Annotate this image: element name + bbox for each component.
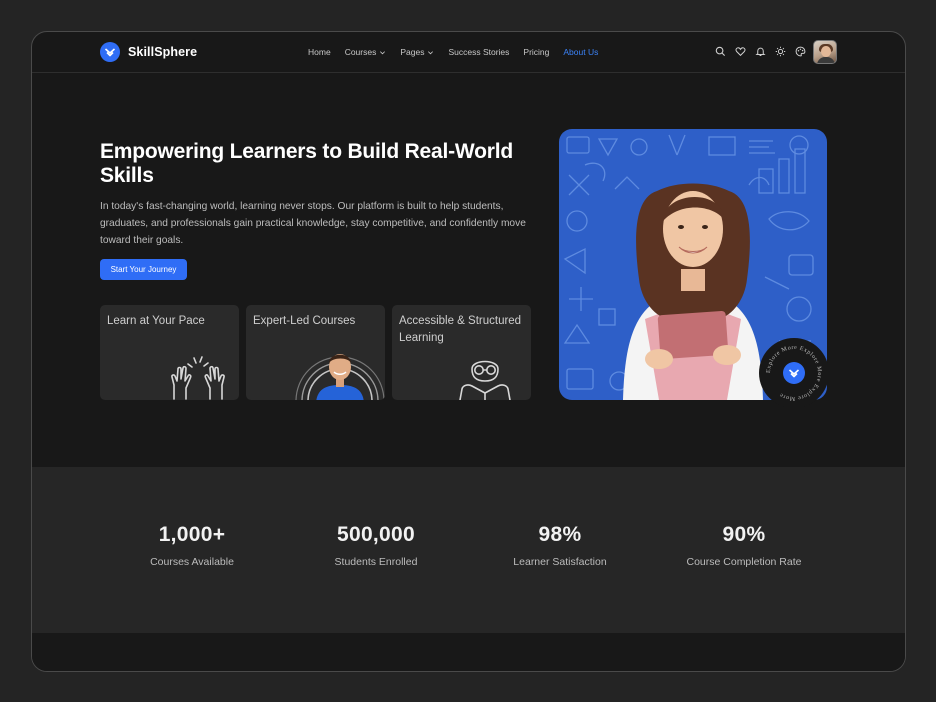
explore-more-badge[interactable]: Explore More Explore More Explore More: [759, 338, 829, 408]
stat-label: Learner Satisfaction: [513, 556, 607, 568]
badge-logo-icon: [783, 362, 805, 384]
bell-icon[interactable]: [754, 45, 766, 57]
top-navigation: SkillSphere Home Courses Pages Success S…: [32, 32, 905, 73]
stat-value: 90%: [722, 523, 766, 546]
hero-title: Empowering Learners to Build Real-World …: [100, 140, 514, 187]
student-photo: [295, 354, 385, 400]
avatar-face: [821, 46, 831, 57]
brand-logo[interactable]: SkillSphere: [100, 42, 197, 62]
chevron-down-icon: [380, 50, 386, 54]
chevron-down-icon: [428, 50, 434, 54]
reader-icon: [459, 360, 511, 400]
logo-icon: [100, 42, 120, 62]
brand-name: SkillSphere: [128, 45, 198, 59]
nav-item-pricing[interactable]: Pricing: [523, 47, 549, 57]
stat-label: Students Enrolled: [334, 556, 418, 568]
nav-label: Courses: [344, 47, 377, 57]
stats-section: 1,000+ Courses Available 500,000 Student…: [32, 467, 905, 633]
feature-card-accessible-learning[interactable]: Accessible & Structured Learning: [392, 305, 531, 400]
high-five-icon: [171, 356, 225, 400]
nav-label: Pages: [400, 47, 425, 57]
nav-label: Pricing: [523, 47, 550, 57]
search-icon[interactable]: [714, 45, 726, 57]
nav-item-success-stories[interactable]: Success Stories: [448, 47, 509, 57]
feature-card-expert-courses[interactable]: Expert-Led Courses: [246, 305, 385, 400]
stat-value: 1,000+: [158, 523, 226, 546]
stat-students: 500,000 Students Enrolled: [284, 523, 468, 568]
nav-item-home[interactable]: Home: [308, 47, 331, 57]
browser-frame: SkillSphere Home Courses Pages Success S…: [31, 31, 906, 672]
nav-label: About Us: [563, 47, 599, 57]
stat-courses: 1,000+ Courses Available: [100, 523, 284, 568]
avatar-body: [817, 57, 835, 63]
start-journey-button[interactable]: Start Your Journey: [100, 259, 187, 280]
stat-label: Course Completion Rate: [686, 556, 802, 568]
stat-completion: 90% Course Completion Rate: [652, 523, 836, 568]
nav-label: Home: [308, 47, 331, 57]
feature-card-learn-pace[interactable]: Learn at Your Pace: [100, 305, 239, 400]
nav-item-about-us[interactable]: About Us: [563, 47, 598, 57]
stat-value: 98%: [538, 523, 582, 546]
hero-description: In today's fast-changing world, learning…: [100, 201, 526, 246]
main-menu: Home Courses Pages Success Stories Prici…: [308, 47, 598, 57]
palette-icon[interactable]: [794, 45, 806, 57]
heart-icon[interactable]: [734, 45, 746, 57]
sun-icon[interactable]: [774, 45, 786, 57]
nav-item-pages[interactable]: Pages: [400, 47, 434, 57]
feature-title: Accessible & Structured Learning: [399, 315, 522, 344]
footer-strip: [32, 633, 905, 671]
nav-item-courses[interactable]: Courses: [345, 47, 387, 57]
header-actions: [714, 45, 806, 57]
stat-satisfaction: 98% Learner Satisfaction: [468, 523, 652, 568]
feature-title: Learn at Your Pace: [107, 315, 205, 327]
user-avatar[interactable]: [813, 40, 837, 64]
nav-label: Success Stories: [448, 47, 510, 57]
feature-title: Expert-Led Courses: [253, 315, 356, 327]
stat-value: 500,000: [336, 523, 415, 546]
stat-label: Courses Available: [150, 556, 234, 568]
